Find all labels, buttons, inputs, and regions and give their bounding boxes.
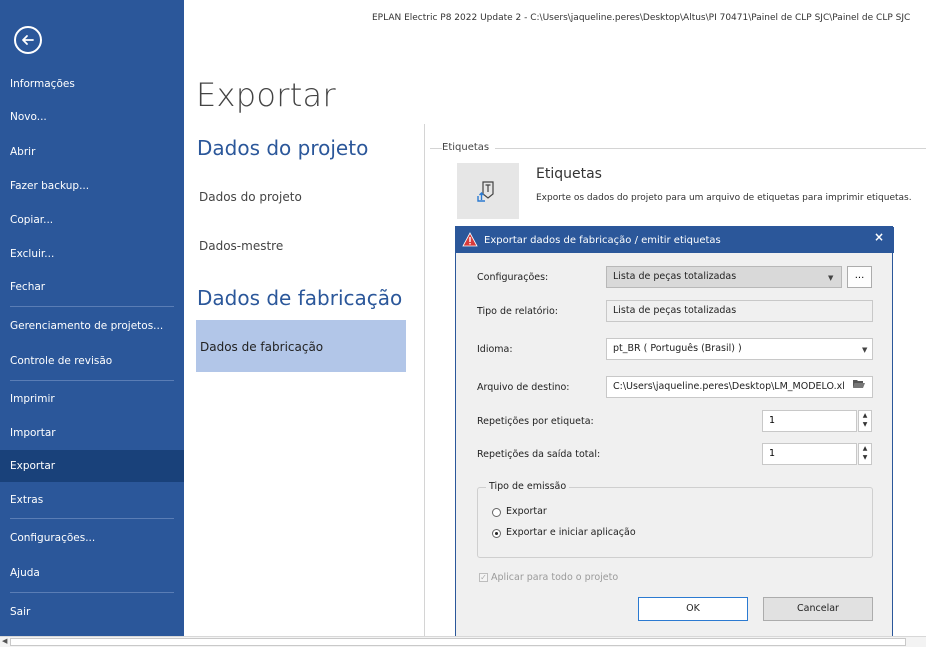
horizontal-scrollbar[interactable]: ◀ [0, 636, 926, 647]
language-value: pt_BR ( Português (Brasil) ) [613, 343, 742, 354]
rep-total-stepper[interactable]: ▲ ▼ [858, 443, 872, 465]
nav-item-dados-projeto[interactable]: Dados do projeto [199, 190, 302, 204]
sidebar-item-copiar[interactable]: Copiar... [0, 204, 184, 236]
config-select[interactable]: Lista de peças totalizadas [606, 266, 842, 288]
rep-per-label-label: Repetições por etiqueta: [477, 416, 594, 427]
emission-type-legend: Tipo de emissão [486, 481, 570, 492]
close-icon[interactable]: × [874, 230, 884, 244]
sidebar-item-informacoes[interactable]: Informações [0, 68, 184, 100]
nav-item-dados-mestre[interactable]: Dados-mestre [199, 239, 283, 253]
sidebar-item-imprimir[interactable]: Imprimir [0, 383, 184, 415]
pane-divider [424, 124, 425, 636]
cancel-button[interactable]: Cancelar [763, 597, 873, 621]
dialog-title: Exportar dados de fabricação / emitir et… [484, 235, 721, 246]
rep-per-label-input[interactable]: 1 [762, 410, 857, 432]
sidebar-item-exportar[interactable]: Exportar [0, 450, 184, 482]
chevron-down-icon[interactable]: ▼ [862, 346, 867, 354]
sidebar-item-configuracoes[interactable]: Configurações... [0, 522, 184, 554]
sidebar-item-fazer-backup[interactable]: Fazer backup... [0, 170, 184, 202]
config-more-button[interactable]: ... [847, 266, 872, 288]
apply-all-checkbox[interactable]: ✓ [479, 573, 488, 582]
sidebar-item-sair[interactable]: Sair [0, 596, 184, 628]
radio-exportar-iniciar[interactable] [492, 529, 501, 538]
dest-file-input[interactable]: C:\Users\jaqueline.peres\Desktop\LM_MODE… [606, 376, 873, 398]
sidebar-item-extras[interactable]: Extras [0, 484, 184, 516]
arrow-left-icon [22, 35, 34, 45]
etiquetas-tile-button[interactable] [457, 163, 519, 219]
radio-exportar-label[interactable]: Exportar [506, 506, 547, 517]
sidebar-item-gerenciamento[interactable]: Gerenciamento de projetos... [0, 310, 184, 342]
page-title: Exportar [196, 76, 336, 114]
dialog-title-bar[interactable]: Exportar dados de fabricação / emitir et… [456, 227, 894, 253]
apply-all-label: Aplicar para todo o projeto [491, 572, 619, 583]
warning-icon [462, 232, 478, 247]
emission-type-group [477, 487, 873, 558]
sidebar-item-importar[interactable]: Importar [0, 417, 184, 449]
ok-button[interactable]: OK [638, 597, 748, 621]
report-type-value: Lista de peças totalizadas [613, 305, 737, 316]
scroll-left-icon[interactable]: ◀ [2, 637, 7, 645]
report-type-field: Lista de peças totalizadas [606, 300, 873, 322]
rep-total-input[interactable]: 1 [762, 443, 857, 465]
sidebar-divider [10, 518, 174, 519]
config-value: Lista de peças totalizadas [613, 271, 737, 282]
section-title-dados-projeto: Dados do projeto [197, 136, 369, 160]
chevron-down-icon[interactable]: ▼ [828, 274, 833, 282]
sidebar-item-abrir[interactable]: Abrir [0, 136, 184, 168]
window-title: EPLAN Electric P8 2022 Update 2 - C:\Use… [372, 13, 911, 23]
sidebar-divider [10, 592, 174, 593]
label-export-icon [477, 181, 494, 202]
report-type-label: Tipo de relatório: [477, 306, 559, 317]
radio-exportar-iniciar-label[interactable]: Exportar e iniciar aplicação [506, 527, 636, 538]
sidebar-item-ajuda[interactable]: Ajuda [0, 557, 184, 589]
radio-exportar[interactable] [492, 508, 501, 517]
group-divider [430, 148, 926, 149]
dest-file-value: C:\Users\jaqueline.peres\Desktop\LM_MODE… [613, 381, 845, 392]
nav-item-dados-fabricacao[interactable]: Dados de fabricação [196, 320, 406, 372]
eplan-backstage-window: Informações Novo... Abrir Fazer backup..… [0, 0, 926, 647]
back-button[interactable] [14, 26, 42, 54]
sidebar-item-controle-revisao[interactable]: Controle de revisão [0, 345, 184, 377]
sidebar-item-excluir[interactable]: Excluir... [0, 238, 184, 270]
scrollbar-thumb[interactable] [10, 638, 906, 646]
rep-total-label: Repetições da saída total: [477, 449, 601, 460]
export-dialog: Exportar dados de fabricação / emitir et… [455, 226, 894, 644]
section-title-dados-fabricacao: Dados de fabricação [197, 286, 403, 310]
dest-file-label: Arquivo de destino: [477, 382, 570, 393]
sidebar-divider [10, 380, 174, 381]
language-select[interactable]: pt_BR ( Português (Brasil) ) [606, 338, 873, 360]
rep-per-label-stepper[interactable]: ▲ ▼ [858, 410, 872, 432]
config-label: Configurações: [477, 272, 549, 283]
folder-open-icon[interactable] [852, 378, 866, 389]
backstage-sidebar: Informações Novo... Abrir Fazer backup..… [0, 0, 184, 636]
sidebar-item-fechar[interactable]: Fechar [0, 271, 184, 303]
language-label: Idioma: [477, 344, 513, 355]
tile-description: Exporte os dados do projeto para um arqu… [536, 193, 912, 203]
nav-item-label: Dados de fabricação [200, 340, 324, 354]
sidebar-item-novo[interactable]: Novo... [0, 101, 184, 133]
group-label-etiquetas: Etiquetas [442, 142, 496, 153]
tile-title: Etiquetas [536, 166, 602, 182]
sidebar-divider [10, 306, 174, 307]
